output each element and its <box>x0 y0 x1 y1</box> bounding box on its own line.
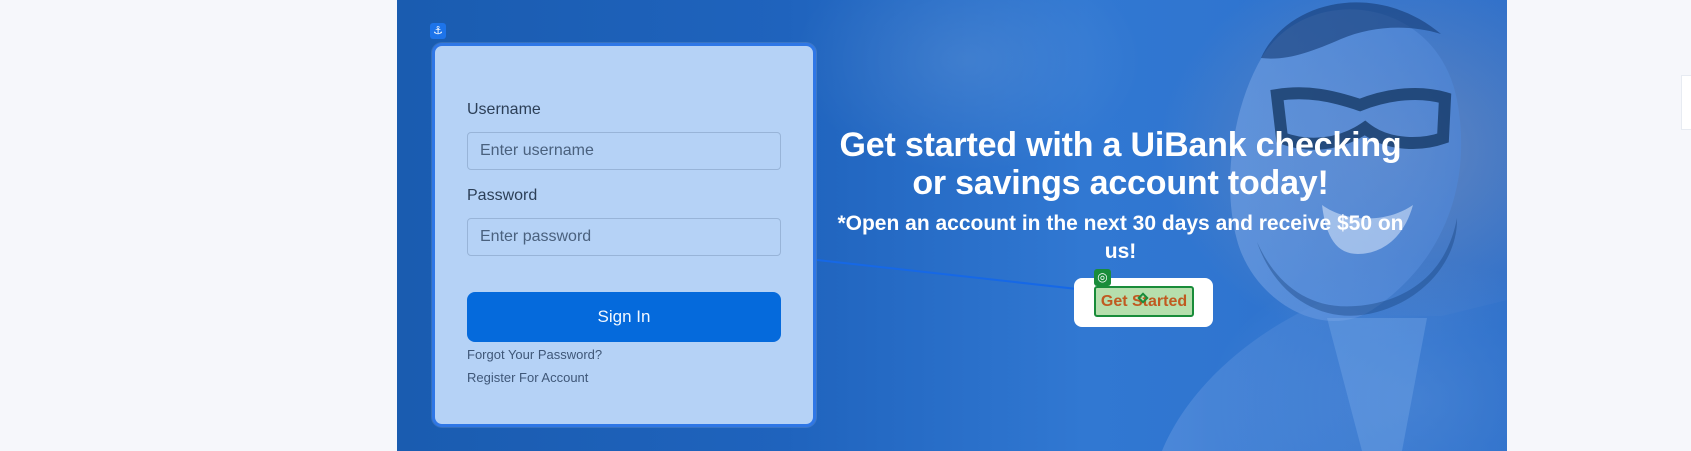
hero-title: Get started with a UiBank checking or sa… <box>839 126 1402 202</box>
username-input[interactable] <box>467 132 781 170</box>
password-input[interactable] <box>467 218 781 256</box>
password-label: Password <box>467 187 538 204</box>
anchor-icon: ⚓ <box>430 23 446 39</box>
forgot-password-link[interactable]: Forgot Your Password? <box>467 347 602 362</box>
hero-copy: Get started with a UiBank checking or sa… <box>828 126 1413 266</box>
username-label: Username <box>467 101 541 118</box>
hero-subtitle: *Open an account in the next 30 days and… <box>837 212 1404 263</box>
target-icon: ◎ <box>1094 269 1111 286</box>
sign-in-button[interactable]: Sign In <box>467 292 781 342</box>
side-panel-tab[interactable] <box>1681 75 1691 130</box>
register-account-link[interactable]: Register For Account <box>467 370 588 385</box>
